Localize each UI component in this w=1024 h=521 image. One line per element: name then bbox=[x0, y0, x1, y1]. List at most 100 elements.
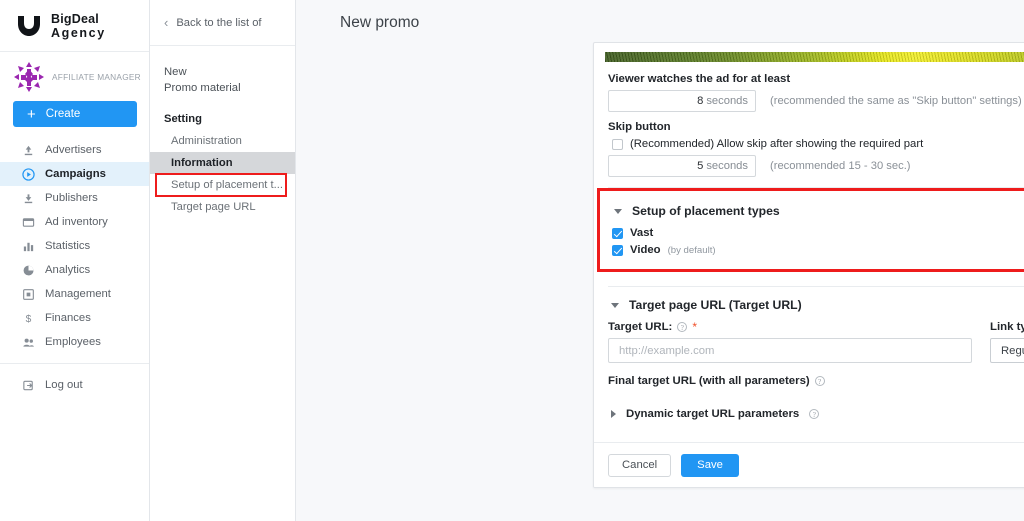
sidebar-item-advertisers[interactable]: Advertisers bbox=[0, 138, 149, 162]
skip-button-label: Skip button bbox=[608, 121, 671, 133]
sidebar-item-label: Log out bbox=[45, 379, 83, 391]
chevron-down-icon[interactable] bbox=[614, 208, 622, 214]
sidebar-item-campaigns[interactable]: Campaigns bbox=[0, 162, 149, 186]
link-type-column: Link type Regular ▼ bbox=[990, 321, 1024, 363]
question-circle-icon[interactable]: ? bbox=[814, 376, 825, 386]
placement-option-video[interactable]: Video (by default) bbox=[612, 244, 1024, 256]
target-url-header[interactable]: Target page URL (Target URL) bbox=[611, 298, 1024, 312]
final-target-url-row: Final target URL (with all parameters) ? bbox=[608, 375, 1024, 387]
primary-sidebar: BigDeal Agency AFFILIATE MANAGER + Creat… bbox=[0, 0, 150, 521]
question-circle-icon[interactable]: ? bbox=[677, 322, 688, 332]
watch-duration-label: Viewer watches the ad for at least bbox=[608, 73, 791, 85]
sidebar-item-label: Analytics bbox=[45, 264, 91, 276]
skip-allow-checkbox-row[interactable]: (Recommended) Allow skip after showing t… bbox=[612, 138, 1024, 150]
brand-header[interactable]: BigDeal Agency bbox=[0, 0, 149, 52]
sidebar-item-label: Publishers bbox=[45, 192, 98, 204]
upload-arrow-icon bbox=[21, 143, 35, 157]
sidebar-item-publishers[interactable]: Publishers bbox=[0, 186, 149, 210]
svg-text:$: $ bbox=[25, 314, 31, 325]
subnav-item-label: Setup of placement t... bbox=[171, 178, 283, 191]
vast-checkbox[interactable] bbox=[612, 227, 623, 239]
save-button[interactable]: Save bbox=[681, 453, 739, 477]
account-block: AFFILIATE MANAGER + Create bbox=[0, 52, 149, 127]
sidebar-item-label: Finances bbox=[45, 312, 91, 324]
placement-option-vast[interactable]: Vast bbox=[612, 227, 1024, 239]
dynamic-params-label: Dynamic target URL parameters bbox=[626, 408, 800, 420]
bigdeal-shield-logo-icon bbox=[16, 14, 42, 38]
browser-window-icon bbox=[21, 215, 35, 229]
skip-duration-hint: (recommended 15 - 30 sec.) bbox=[770, 160, 911, 172]
subnav-title: New Promo material bbox=[150, 46, 295, 97]
placement-types-header[interactable]: Setup of placement types bbox=[614, 204, 1024, 218]
logout-icon bbox=[21, 378, 35, 392]
subnav-title-line2: Promo material bbox=[164, 82, 241, 95]
watch-duration-row: 8 seconds (recommended the same as "Skip… bbox=[608, 90, 1024, 112]
account-row: AFFILIATE MANAGER bbox=[13, 61, 141, 93]
skip-duration-row: 5 seconds (recommended 15 - 30 sec.) bbox=[608, 155, 1024, 177]
link-type-value: Regular bbox=[1001, 344, 1024, 357]
sidebar-item-finances[interactable]: $ Finances bbox=[0, 306, 149, 330]
page-title: New promo bbox=[340, 14, 420, 31]
brand-line2: Agency bbox=[51, 25, 106, 40]
bar-chart-icon bbox=[21, 239, 35, 253]
sidebar-item-label: Ad inventory bbox=[45, 216, 108, 228]
target-url-section: Target page URL (Target URL) Target URL:… bbox=[608, 298, 1024, 420]
sidebar-item-label: Employees bbox=[45, 336, 101, 348]
sidebar-item-statistics[interactable]: Statistics bbox=[0, 234, 149, 258]
sidebar-item-ad-inventory[interactable]: Ad inventory bbox=[0, 210, 149, 234]
link-type-label: Link type bbox=[990, 321, 1024, 333]
subnav-item-information[interactable]: Information bbox=[150, 151, 295, 174]
subnav-item-setup-of-placement-types[interactable]: Setup of placement t... bbox=[155, 172, 287, 197]
sidebar-item-management[interactable]: Management bbox=[0, 282, 149, 306]
grid-square-icon bbox=[21, 287, 35, 301]
watch-duration-unit: seconds bbox=[706, 95, 748, 107]
placement-types-title: Setup of placement types bbox=[632, 204, 780, 218]
skip-allow-label: (Recommended) Allow skip after showing t… bbox=[630, 138, 924, 150]
app-root: BigDeal Agency AFFILIATE MANAGER + Creat… bbox=[0, 0, 1024, 521]
sidebar-item-logout[interactable]: Log out bbox=[0, 373, 149, 397]
sidebar-item-label: Statistics bbox=[45, 240, 91, 252]
dollar-icon: $ bbox=[21, 311, 35, 325]
back-to-list-link[interactable]: ‹ Back to the list of bbox=[150, 0, 295, 46]
target-url-title: Target page URL (Target URL) bbox=[629, 298, 802, 312]
target-url-left-column: Target URL: ? * http://example.com bbox=[608, 321, 972, 363]
video-checkbox[interactable] bbox=[612, 244, 623, 256]
subnav-item-setting[interactable]: Setting bbox=[150, 108, 295, 130]
sidebar-item-label: Campaigns bbox=[45, 168, 106, 180]
video-default-note: (by default) bbox=[667, 244, 716, 256]
back-to-list-label: Back to the list of bbox=[176, 16, 262, 29]
cancel-button[interactable]: Cancel bbox=[608, 453, 672, 477]
sidebar-item-analytics[interactable]: Analytics bbox=[0, 258, 149, 282]
play-circle-icon bbox=[21, 167, 35, 181]
question-circle-icon[interactable]: ? bbox=[809, 409, 820, 419]
subnav-list: Setting Administration Information Setup… bbox=[150, 108, 295, 218]
dynamic-params-header[interactable]: Dynamic target URL parameters ? bbox=[611, 408, 1024, 420]
target-url-input[interactable]: http://example.com bbox=[608, 338, 972, 363]
account-label: AFFILIATE MANAGER bbox=[52, 72, 141, 82]
chevron-down-icon[interactable] bbox=[611, 302, 619, 308]
watch-duration-hint: (recommended the same as "Skip button" s… bbox=[770, 95, 1022, 107]
placement-types-highlight-box: Setup of placement types Vast Video (by … bbox=[597, 188, 1024, 272]
promo-form-card: Viewer watches the ad for at least 8 sec… bbox=[593, 42, 1024, 488]
subnav-item-administration[interactable]: Administration bbox=[150, 130, 295, 152]
link-type-select[interactable]: Regular ▼ bbox=[990, 338, 1024, 363]
subnav-item-label: Information bbox=[171, 156, 233, 169]
secondary-nav-panel: ‹ Back to the list of New Promo material… bbox=[150, 0, 296, 521]
sidebar-nav: Advertisers Campaigns Publishers Ad inve… bbox=[0, 138, 149, 397]
subnav-item-target-page-url[interactable]: Target page URL bbox=[150, 196, 295, 218]
required-asterisk: * bbox=[692, 320, 698, 334]
sidebar-divider bbox=[0, 363, 149, 364]
create-button[interactable]: + Create bbox=[13, 101, 137, 127]
subnav-item-label: Administration bbox=[171, 134, 242, 147]
card-body: Viewer watches the ad for at least 8 sec… bbox=[594, 62, 1024, 420]
chevron-right-icon[interactable] bbox=[611, 410, 616, 418]
sidebar-item-employees[interactable]: Employees bbox=[0, 330, 149, 354]
target-url-grid: Target URL: ? * http://example.com Link … bbox=[608, 321, 1024, 363]
skip-duration-unit: seconds bbox=[706, 160, 748, 172]
watch-duration-input[interactable]: 8 seconds bbox=[608, 90, 756, 112]
brand-text: BigDeal Agency bbox=[51, 12, 106, 40]
sidebar-item-label: Management bbox=[45, 288, 111, 300]
skip-allow-checkbox[interactable] bbox=[612, 138, 623, 150]
final-target-url-label: Final target URL (with all parameters) bbox=[608, 375, 810, 387]
skip-duration-input[interactable]: 5 seconds bbox=[608, 155, 756, 177]
